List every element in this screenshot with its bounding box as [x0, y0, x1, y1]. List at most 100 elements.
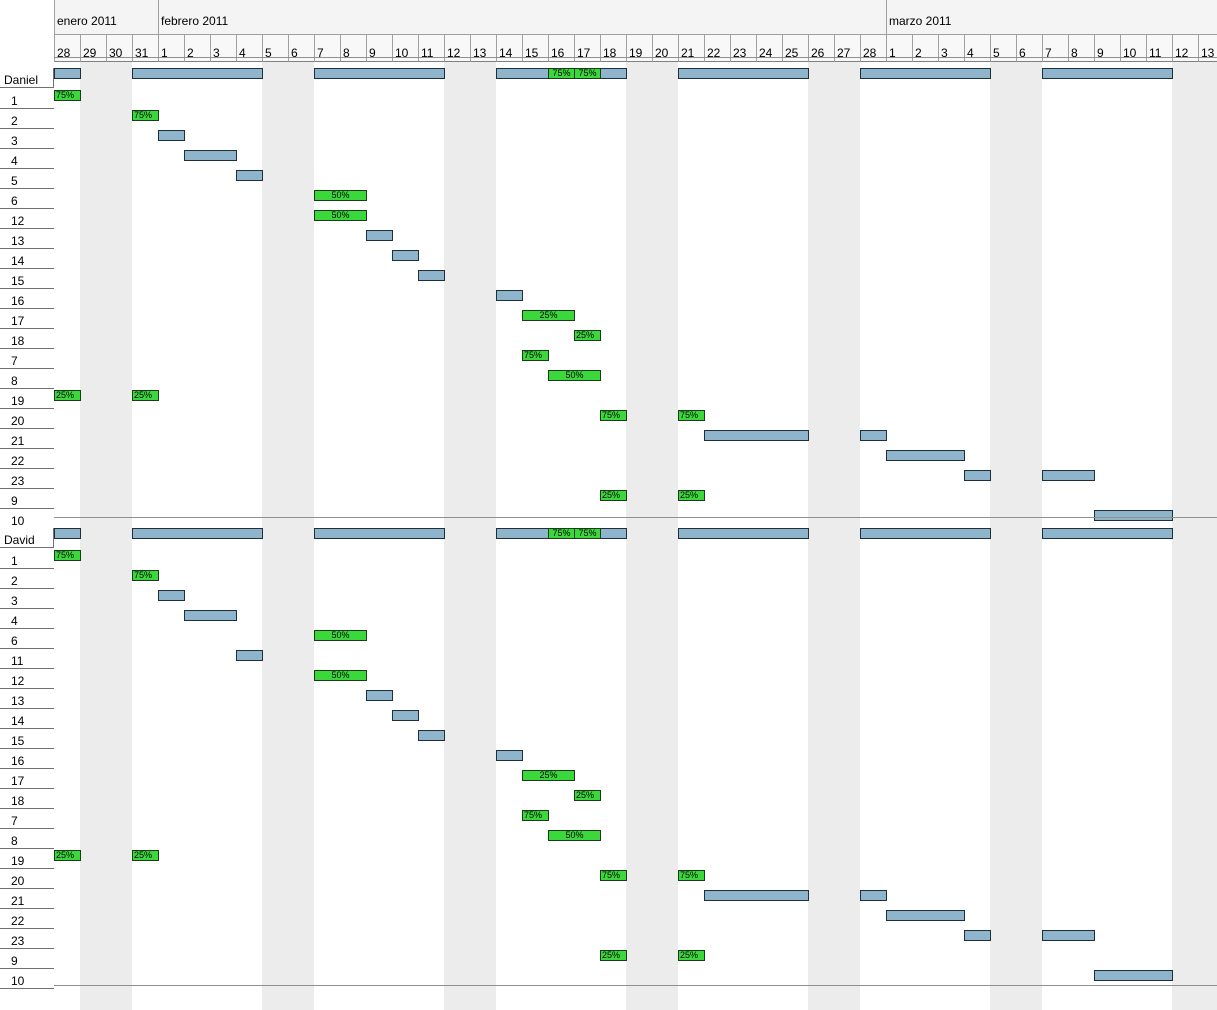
progress-task-bar[interactable]: 50% — [314, 670, 367, 681]
task-row-label[interactable]: 6 — [0, 189, 54, 209]
summary-bar[interactable] — [54, 528, 81, 539]
task-row-label[interactable]: 9 — [0, 949, 54, 969]
progress-task-bar[interactable]: 25% — [574, 330, 601, 341]
task-row-label[interactable]: 10 — [0, 969, 54, 989]
task-row-label[interactable]: 19 — [0, 849, 54, 869]
progress-task-bar[interactable]: 50% — [548, 370, 601, 381]
task-row-label[interactable]: 15 — [0, 729, 54, 749]
progress-task-bar[interactable]: 25% — [54, 850, 81, 861]
task-row-label[interactable]: 1 — [0, 89, 54, 109]
task-bar[interactable] — [704, 430, 809, 441]
progress-task-bar[interactable]: 50% — [314, 190, 367, 201]
task-bar[interactable] — [496, 750, 523, 761]
task-row-label[interactable]: 7 — [0, 349, 54, 369]
progress-task-bar[interactable]: 25% — [574, 790, 601, 801]
progress-task-bar[interactable]: 25% — [522, 770, 575, 781]
task-bar[interactable] — [964, 930, 991, 941]
task-row-label[interactable]: 23 — [0, 469, 54, 489]
progress-task-bar[interactable]: 25% — [54, 390, 81, 401]
task-row-label[interactable]: 2 — [0, 109, 54, 129]
task-row-label[interactable]: 21 — [0, 889, 54, 909]
task-bar[interactable] — [158, 590, 185, 601]
progress-task-bar[interactable]: 75% — [54, 550, 81, 561]
summary-bar[interactable] — [860, 528, 991, 539]
task-bar[interactable] — [366, 230, 393, 241]
summary-bar[interactable] — [132, 528, 263, 539]
progress-task-bar[interactable]: 75% — [600, 410, 627, 421]
task-bar[interactable] — [184, 610, 237, 621]
summary-bar[interactable] — [1042, 68, 1173, 79]
task-row-label[interactable]: 8 — [0, 829, 54, 849]
progress-task-bar[interactable]: 75% — [132, 110, 159, 121]
task-row-label[interactable]: 8 — [0, 369, 54, 389]
task-row-label[interactable]: 3 — [0, 589, 54, 609]
task-row-label[interactable]: 11 — [0, 649, 54, 669]
summary-bar[interactable] — [860, 68, 991, 79]
task-bar[interactable] — [184, 150, 237, 161]
task-row-label[interactable]: 14 — [0, 709, 54, 729]
task-bar[interactable] — [886, 910, 965, 921]
task-bar[interactable] — [418, 270, 445, 281]
progress-task-bar[interactable]: 75% — [522, 810, 549, 821]
task-bar[interactable] — [1042, 470, 1095, 481]
summary-bar[interactable] — [132, 68, 263, 79]
task-row-label[interactable]: 4 — [0, 609, 54, 629]
task-row-label[interactable]: 4 — [0, 149, 54, 169]
progress-task-bar[interactable]: 25% — [600, 950, 627, 961]
progress-task-bar[interactable]: 75% — [522, 350, 549, 361]
task-row-label[interactable]: 13 — [0, 229, 54, 249]
task-bar[interactable] — [860, 430, 887, 441]
task-row-label[interactable]: 20 — [0, 869, 54, 889]
task-bar[interactable] — [236, 650, 263, 661]
progress-task-bar[interactable]: 25% — [678, 950, 705, 961]
task-row-label[interactable]: 3 — [0, 129, 54, 149]
progress-task-bar[interactable]: 50% — [548, 830, 601, 841]
resource-label[interactable]: David — [0, 528, 54, 548]
progress-task-bar[interactable]: 75% — [600, 870, 627, 881]
task-row-label[interactable]: 10 — [0, 509, 54, 529]
summary-bar[interactable] — [678, 68, 809, 79]
task-bar[interactable] — [158, 130, 185, 141]
summary-bar[interactable] — [314, 528, 445, 539]
task-bar[interactable] — [366, 690, 393, 701]
task-bar[interactable] — [496, 290, 523, 301]
task-row-label[interactable]: 17 — [0, 309, 54, 329]
task-bar[interactable] — [392, 250, 419, 261]
task-row-label[interactable]: 23 — [0, 929, 54, 949]
progress-task-bar[interactable]: 50% — [314, 210, 367, 221]
task-row-label[interactable]: 21 — [0, 429, 54, 449]
progress-task-bar[interactable]: 25% — [522, 310, 575, 321]
task-row-label[interactable]: 20 — [0, 409, 54, 429]
task-row-label[interactable]: 15 — [0, 269, 54, 289]
progress-task-bar[interactable]: 75% — [678, 870, 705, 881]
task-bar[interactable] — [418, 730, 445, 741]
task-row-label[interactable]: 13 — [0, 689, 54, 709]
progress-task-bar[interactable]: 50% — [314, 630, 367, 641]
progress-task-bar[interactable]: 75% — [678, 410, 705, 421]
progress-task-bar[interactable]: 25% — [132, 390, 159, 401]
task-bar[interactable] — [886, 450, 965, 461]
task-row-label[interactable]: 16 — [0, 289, 54, 309]
task-row-label[interactable]: 14 — [0, 249, 54, 269]
task-bar[interactable] — [1094, 970, 1173, 981]
task-row-label[interactable]: 7 — [0, 809, 54, 829]
task-row-label[interactable]: 22 — [0, 449, 54, 469]
task-row-label[interactable]: 9 — [0, 489, 54, 509]
task-row-label[interactable]: 12 — [0, 209, 54, 229]
task-row-label[interactable]: 6 — [0, 629, 54, 649]
task-bar[interactable] — [1094, 510, 1173, 521]
task-row-label[interactable]: 5 — [0, 169, 54, 189]
task-row-label[interactable]: 18 — [0, 789, 54, 809]
summary-bar[interactable] — [1042, 528, 1173, 539]
task-bar[interactable] — [704, 890, 809, 901]
summary-bar[interactable] — [314, 68, 445, 79]
task-row-label[interactable]: 18 — [0, 329, 54, 349]
task-row-label[interactable]: 2 — [0, 569, 54, 589]
task-bar[interactable] — [392, 710, 419, 721]
task-row-label[interactable]: 17 — [0, 769, 54, 789]
task-row-label[interactable]: 12 — [0, 669, 54, 689]
task-row-label[interactable]: 19 — [0, 389, 54, 409]
progress-task-bar[interactable]: 75% — [54, 90, 81, 101]
progress-task-bar[interactable]: 75% — [132, 570, 159, 581]
progress-task-bar[interactable]: 25% — [600, 490, 627, 501]
